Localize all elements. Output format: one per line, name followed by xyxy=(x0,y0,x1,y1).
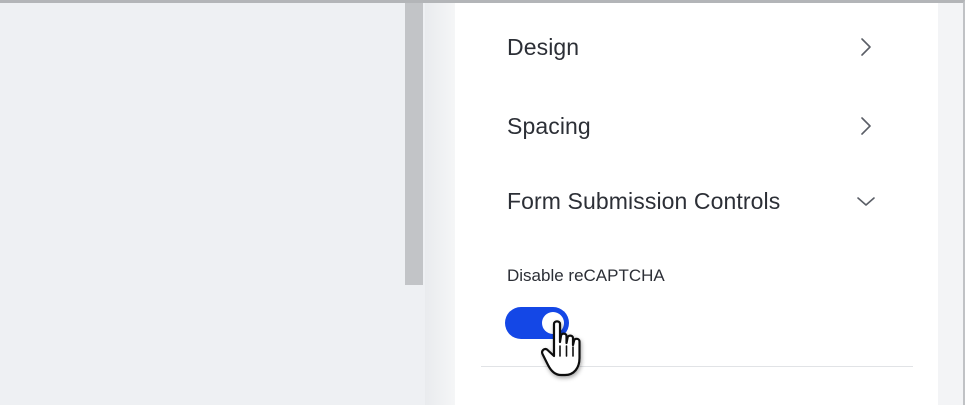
section-spacing-label: Spacing xyxy=(507,112,591,139)
hand-pointer-icon xyxy=(540,318,590,384)
section-design-label: Design xyxy=(507,33,580,60)
section-form-submission-controls[interactable]: Form Submission Controls xyxy=(507,181,877,221)
chevron-right-icon xyxy=(855,115,877,137)
chevron-down-icon xyxy=(855,190,877,212)
panel-right-gutter xyxy=(938,3,963,405)
section-form-submission-controls-label: Form Submission Controls xyxy=(507,187,781,214)
editor-canvas[interactable] xyxy=(0,3,405,405)
panel-edge-shadow xyxy=(425,3,455,405)
scrollbar-thumb[interactable] xyxy=(405,3,423,285)
chevron-right-icon xyxy=(855,36,877,58)
section-design[interactable]: Design xyxy=(507,27,877,67)
section-spacing[interactable]: Spacing xyxy=(507,106,877,146)
disable-recaptcha-label: Disable reCAPTCHA xyxy=(507,266,665,285)
